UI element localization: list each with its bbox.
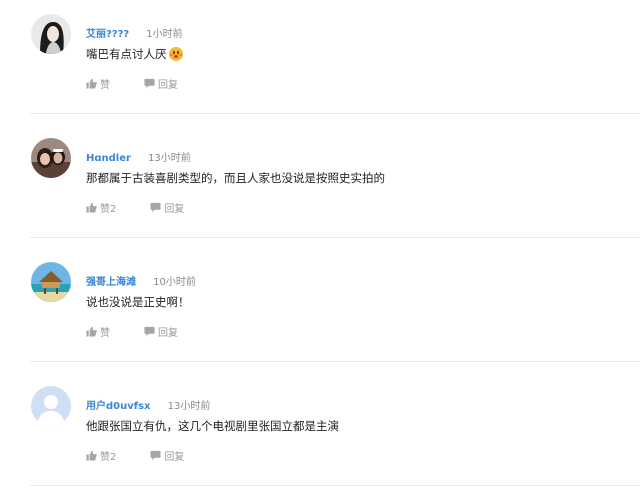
like-label: 赞 bbox=[100, 327, 110, 339]
comment-bubble-icon bbox=[144, 78, 155, 88]
reply-button[interactable]: 回复 bbox=[150, 200, 184, 215]
divider bbox=[30, 237, 640, 238]
comment-bubble-icon bbox=[150, 450, 161, 460]
comment-item: 强哥上海滩 10小时前 说也没说是正史啊！ 赞 回复 bbox=[0, 248, 640, 372]
comment-actions: 赞 回复 bbox=[86, 76, 178, 91]
comment-list: 艾丽???? 1小时前 嘴巴有点讨人厌 赞 回复 Hɑndler 13小时前 那… bbox=[0, 0, 640, 489]
comment-item: Hɑndler 13小时前 那都属于古装喜剧类型的，而且人家也没说是按照史实拍的… bbox=[0, 124, 640, 248]
comment-text: 他跟张国立有仇，这几个电视剧里张国立都是主演 bbox=[86, 418, 339, 434]
reply-label: 回复 bbox=[158, 327, 178, 339]
avatar[interactable] bbox=[31, 138, 71, 178]
thumbs-up-icon bbox=[86, 450, 97, 461]
like-label: 赞2 bbox=[100, 451, 117, 463]
comment-text-body: 说也没说是正史啊！ bbox=[86, 295, 190, 309]
avatar[interactable] bbox=[31, 14, 71, 54]
like-label: 赞 bbox=[100, 79, 110, 91]
comment-actions: 赞2 回复 bbox=[86, 448, 184, 463]
comment-item: 艾丽???? 1小时前 嘴巴有点讨人厌 赞 回复 bbox=[0, 0, 640, 124]
like-label: 赞2 bbox=[100, 203, 117, 215]
reply-label: 回复 bbox=[164, 451, 185, 463]
thumbs-up-icon bbox=[86, 202, 97, 213]
avatar-image-couple bbox=[31, 138, 71, 178]
avatar-default-user-icon bbox=[31, 386, 71, 426]
blush-emoji-icon bbox=[168, 47, 183, 61]
timestamp: 10小时前 bbox=[153, 277, 196, 288]
avatar-image-woman bbox=[31, 14, 71, 54]
comment-text-body: 那都属于古装喜剧类型的，而且人家也没说是按照史实拍的 bbox=[86, 171, 385, 185]
comment-meta: Hɑndler 13小时前 bbox=[86, 146, 191, 164]
timestamp: 13小时前 bbox=[148, 153, 191, 164]
divider bbox=[30, 361, 640, 362]
thumbs-up-icon bbox=[86, 78, 97, 89]
comment-text: 那都属于古装喜剧类型的，而且人家也没说是按照史实拍的 bbox=[86, 170, 385, 186]
comment-item: 用户d0uvfsx 13小时前 他跟张国立有仇，这几个电视剧里张国立都是主演 赞… bbox=[0, 372, 640, 496]
comment-meta: 强哥上海滩 10小时前 bbox=[86, 270, 196, 288]
username[interactable]: Hɑndler bbox=[86, 153, 131, 164]
comment-actions: 赞 回复 bbox=[86, 324, 178, 339]
comment-text: 嘴巴有点讨人厌 bbox=[86, 46, 183, 62]
reply-button[interactable]: 回复 bbox=[150, 448, 184, 463]
comment-text-body: 嘴巴有点讨人厌 bbox=[86, 47, 167, 61]
thumbs-up-icon bbox=[86, 326, 97, 337]
username[interactable]: 艾丽???? bbox=[86, 29, 129, 40]
reply-label: 回复 bbox=[158, 79, 178, 91]
reply-button[interactable]: 回复 bbox=[144, 76, 178, 91]
timestamp: 1小时前 bbox=[146, 29, 183, 40]
comment-bubble-icon bbox=[150, 202, 161, 212]
comment-text-body: 他跟张国立有仇，这几个电视剧里张国立都是主演 bbox=[86, 419, 339, 433]
like-button[interactable]: 赞2 bbox=[86, 200, 116, 215]
avatar-image-beach bbox=[31, 262, 71, 302]
avatar[interactable] bbox=[31, 262, 71, 302]
timestamp: 13小时前 bbox=[167, 401, 211, 412]
username[interactable]: 用户d0uvfsx bbox=[86, 401, 151, 412]
avatar[interactable] bbox=[31, 386, 71, 426]
reply-button[interactable]: 回复 bbox=[144, 324, 178, 339]
comment-text: 说也没说是正史啊！ bbox=[86, 294, 190, 310]
like-button[interactable]: 赞2 bbox=[86, 448, 116, 463]
comment-meta: 艾丽???? 1小时前 bbox=[86, 22, 183, 40]
reply-label: 回复 bbox=[164, 203, 185, 215]
comment-bubble-icon bbox=[144, 326, 155, 336]
comment-meta: 用户d0uvfsx 13小时前 bbox=[86, 394, 210, 412]
comment-actions: 赞2 回复 bbox=[86, 200, 184, 215]
like-button[interactable]: 赞 bbox=[86, 324, 110, 339]
like-button[interactable]: 赞 bbox=[86, 76, 110, 91]
username[interactable]: 强哥上海滩 bbox=[86, 277, 136, 288]
divider bbox=[30, 113, 640, 114]
divider bbox=[30, 485, 640, 486]
